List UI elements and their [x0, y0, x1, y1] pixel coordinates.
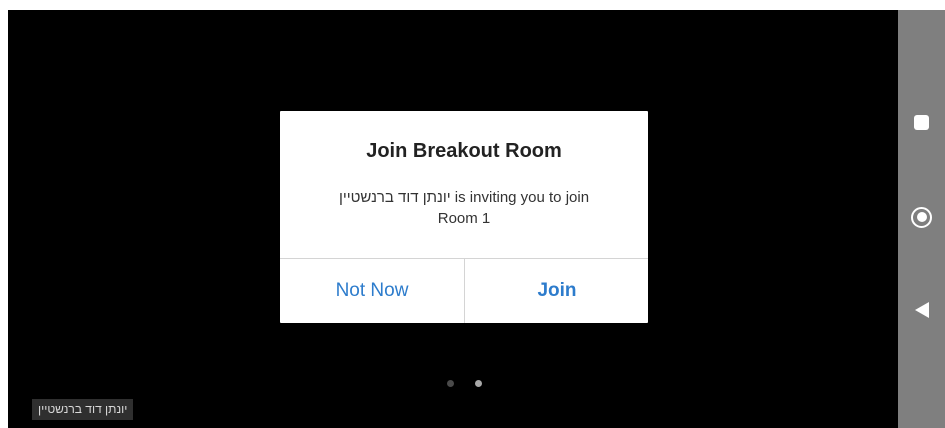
- breakout-room-dialog: Join Breakout Room יונתן דוד ברנשטיין is…: [280, 111, 648, 323]
- meeting-video-area[interactable]: Join Breakout Room יונתן דוד ברנשטיין is…: [8, 10, 898, 428]
- recent-apps-icon: [914, 114, 929, 130]
- invite-text: יונתן דוד ברנשטיין is inviting you to jo…: [338, 189, 590, 206]
- join-button[interactable]: Join: [465, 259, 649, 323]
- back-icon: [914, 302, 929, 318]
- back-button[interactable]: [898, 290, 945, 330]
- page-indicator: [444, 380, 494, 390]
- page-dot-active[interactable]: [475, 380, 482, 387]
- not-now-button[interactable]: Not Now: [280, 259, 464, 323]
- participant-name-tag: יונתן דוד ברנשטיין: [32, 399, 134, 420]
- screen: Join Breakout Room יונתן דוד ברנשטיין is…: [0, 0, 945, 428]
- android-nav-bar: [898, 10, 945, 428]
- home-button[interactable]: [898, 197, 945, 237]
- room-name: Room 1: [437, 210, 491, 227]
- dialog-message: יונתן דוד ברנשטיין is inviting you to jo…: [300, 187, 628, 229]
- home-icon: [911, 206, 932, 228]
- recent-apps-button[interactable]: [898, 102, 945, 142]
- dialog-title: Join Breakout Room: [366, 140, 562, 162]
- page-dot[interactable]: [447, 380, 454, 387]
